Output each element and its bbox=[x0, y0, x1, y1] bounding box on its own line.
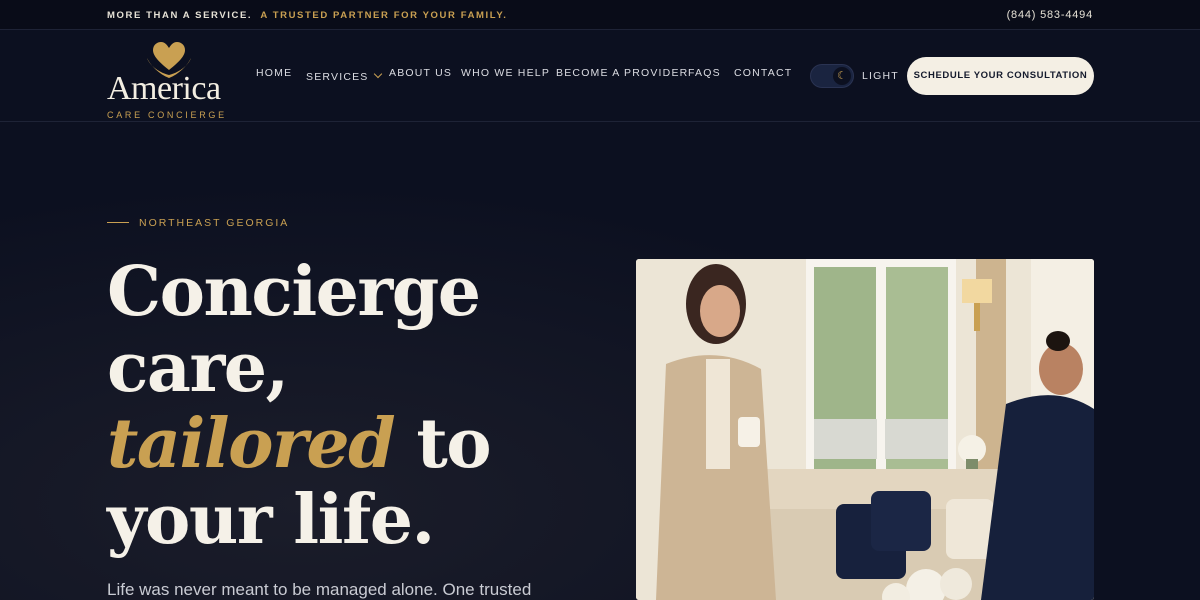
tagline: MORE THAN A SERVICE. A TRUSTED PARTNER F… bbox=[107, 10, 507, 21]
hero-eyebrow: NORTHEAST GEORGIA bbox=[107, 217, 289, 229]
phone-link[interactable]: (844) 583-4494 bbox=[1007, 9, 1093, 21]
hero-photo bbox=[636, 259, 1094, 600]
eyebrow-label: NORTHEAST GEORGIA bbox=[139, 217, 290, 229]
logo-wordmark: America bbox=[107, 70, 221, 107]
nav-faqs[interactable]: FAQS bbox=[688, 67, 721, 79]
hero-photo-illustration bbox=[636, 259, 1094, 600]
nav-become-provider[interactable]: BECOME A PROVIDER bbox=[556, 67, 688, 79]
nav-services[interactable]: SERVICES bbox=[306, 69, 382, 83]
headline-line-1: Concierge bbox=[107, 252, 481, 332]
top-announcement-bar: MORE THAN A SERVICE. A TRUSTED PARTNER F… bbox=[0, 0, 1200, 30]
nav-who-we-help[interactable]: WHO WE HELP bbox=[461, 67, 550, 79]
logo-subtitle: CARE CONCIERGE bbox=[107, 110, 227, 120]
headline-line-3: to bbox=[394, 404, 491, 484]
moon-icon: ☾ bbox=[833, 67, 851, 85]
nav-about-us[interactable]: ABOUT US bbox=[389, 67, 452, 79]
hero-section: NORTHEAST GEORGIA Concierge care, tailor… bbox=[0, 122, 1200, 600]
headline-accent: tailored bbox=[107, 404, 396, 484]
chevron-down-icon bbox=[373, 69, 382, 79]
theme-toggle[interactable]: ☾ bbox=[810, 64, 854, 88]
site-header: America CARE CONCIERGE HOME SERVICES ABO… bbox=[0, 30, 1200, 122]
theme-toggle-label[interactable]: LIGHT bbox=[862, 70, 899, 82]
hero-lede: Life was never meant to be managed alone… bbox=[107, 580, 532, 599]
tagline-primary: MORE THAN A SERVICE. bbox=[107, 10, 253, 21]
nav-home[interactable]: HOME bbox=[256, 67, 292, 79]
site-logo[interactable]: America CARE CONCIERGE bbox=[107, 40, 237, 120]
nav-contact[interactable]: CONTACT bbox=[734, 67, 792, 79]
headline-line-2: care, bbox=[107, 328, 289, 408]
eyebrow-rule bbox=[107, 221, 129, 223]
headline-line-4: your life. bbox=[107, 480, 435, 560]
nav-services-label: SERVICES bbox=[306, 71, 369, 83]
hero-headline: Concierge care, tailored to your life. bbox=[107, 254, 587, 558]
schedule-consultation-button[interactable]: SCHEDULE YOUR CONSULTATION bbox=[907, 57, 1094, 95]
tagline-secondary: A TRUSTED PARTNER FOR YOUR FAMILY. bbox=[260, 10, 508, 21]
